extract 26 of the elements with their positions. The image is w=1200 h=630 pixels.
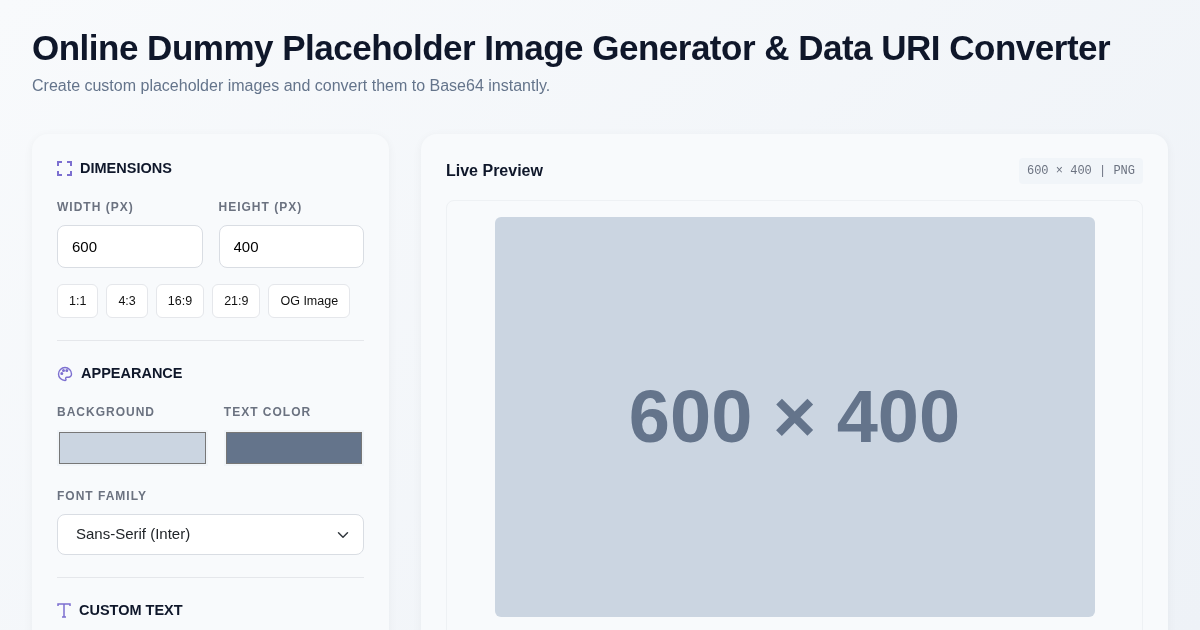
palette-icon bbox=[57, 366, 73, 383]
number-field[interactable]: 600 bbox=[57, 224, 203, 268]
preset-button[interactable]: 1:1 bbox=[57, 283, 99, 319]
dimensions-icon bbox=[57, 161, 72, 177]
field-label: WIDTH (PX) bbox=[57, 198, 135, 216]
section-heading: CUSTOM TEXT bbox=[79, 601, 183, 620]
color-picker[interactable] bbox=[223, 430, 364, 466]
field-label: BACKGROUND bbox=[57, 404, 156, 421]
size-badge: 600 × 400 | PNG bbox=[1018, 157, 1143, 184]
field-label: FONT FAMILY bbox=[57, 488, 148, 505]
section-heading: DIMENSIONS bbox=[80, 158, 172, 178]
field-label: HEIGHT (PX) bbox=[218, 198, 304, 216]
placeholder-text: 600 × 400 bbox=[628, 374, 961, 461]
page-title: Online Dummy Placeholder Image Generator & Data URI Converter bbox=[32, 27, 1112, 69]
page-subtitle: Create custom placeholder images and convert them to Base64 instantly. bbox=[32, 75, 552, 96]
preset-button[interactable]: 21:9 bbox=[212, 283, 261, 319]
preset-button[interactable]: OG Image bbox=[268, 283, 351, 319]
number-field[interactable]: 400 bbox=[218, 224, 364, 268]
preset-button[interactable]: 16:9 bbox=[155, 283, 205, 319]
preset-button[interactable]: 4:3 bbox=[106, 283, 148, 319]
color-picker[interactable] bbox=[57, 430, 208, 466]
section-heading: APPEARANCE bbox=[81, 364, 183, 384]
preview-title: Live Preview bbox=[446, 160, 543, 181]
text-icon bbox=[57, 603, 71, 619]
font-select[interactable]: Sans-Serif (Inter) bbox=[57, 514, 364, 555]
field-label: TEXT COLOR bbox=[223, 404, 313, 421]
